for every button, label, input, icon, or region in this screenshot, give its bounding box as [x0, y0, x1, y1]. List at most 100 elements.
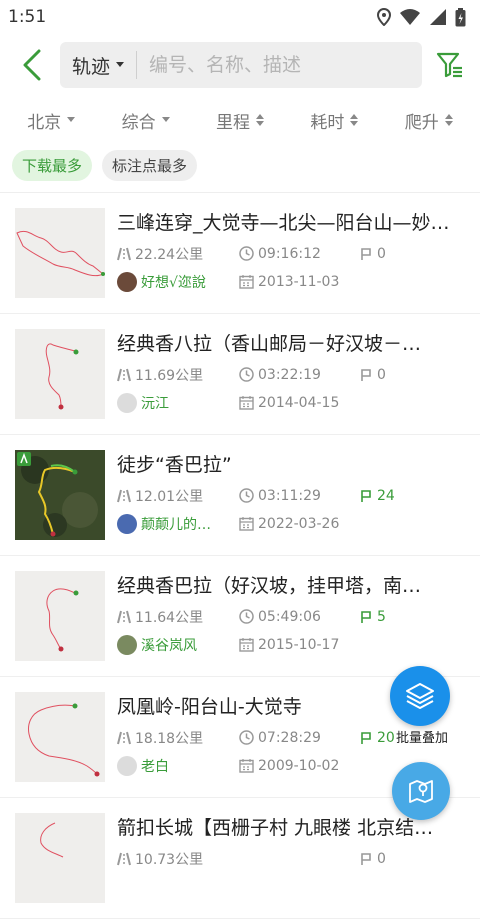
- track-distance: 11.69公里: [135, 367, 204, 384]
- track-duration: 03:22:19: [258, 366, 321, 383]
- date-cell: 2013-11-03: [239, 274, 359, 290]
- track-distance: 12.01公里: [135, 488, 204, 505]
- filter-icon: [436, 52, 462, 78]
- track-author: 沅江: [141, 395, 169, 412]
- track-meta-row: 好想√迩說 2013-11-03: [117, 271, 466, 293]
- author-cell[interactable]: 老白: [117, 755, 239, 776]
- track-info: 经典香八拉（香山邮局－好汉坡－… 11.69公里 03:22:19 0 沅江 2…: [117, 329, 466, 420]
- search-input[interactable]: [137, 53, 422, 77]
- track-stats-row: 10.73公里 0: [117, 848, 466, 870]
- distance-cell: 11.64公里: [117, 607, 239, 627]
- track-title: 经典香巴拉（好汉坡，挂甲塔，南…: [117, 574, 422, 597]
- sort-overall-label: 综合: [121, 112, 156, 133]
- sort-updown-icon: [350, 114, 359, 126]
- sort-distance[interactable]: 里程: [216, 108, 264, 133]
- calendar-icon: [239, 396, 254, 410]
- track-waypoints: 0: [377, 851, 386, 867]
- duration-cell: 03:11:29: [239, 488, 359, 504]
- track-duration: 09:16:12: [258, 245, 321, 262]
- sort-duration[interactable]: 耗时: [310, 108, 359, 133]
- sort-region-label: 北京: [27, 112, 62, 133]
- road-icon: [117, 731, 131, 744]
- flag-icon: [361, 610, 371, 623]
- track-card[interactable]: 徒步“香巴拉” 12.01公里 03:11:29 24 颠颠儿的… 2022-0…: [0, 435, 480, 556]
- author-cell[interactable]: 沅江: [117, 392, 239, 413]
- author-cell[interactable]: 好想√迩說: [117, 271, 239, 292]
- sort-climb-label: 爬升: [404, 112, 439, 133]
- distance-cell: 11.69公里: [117, 365, 239, 385]
- batch-overlay-label: 批量叠加: [395, 731, 448, 746]
- flag-icon: [361, 489, 371, 502]
- back-arrow-icon: [23, 49, 41, 81]
- layers-icon: [406, 683, 434, 709]
- track-duration: 05:49:06: [258, 608, 321, 625]
- track-distance: 18.18公里: [135, 730, 204, 747]
- track-card[interactable]: 三峰连穿_大觉寺—北尖—阳台山—妙… 22.24公里 09:16:12 0 好想…: [0, 193, 480, 314]
- search-box: 轨迹: [60, 42, 422, 88]
- track-waypoints: 0: [377, 245, 386, 262]
- clock-icon: [239, 246, 254, 261]
- track-thumbnail: [15, 692, 105, 782]
- track-card[interactable]: 经典香巴拉（好汉坡，挂甲塔，南… 11.64公里 05:49:06 5 溪谷岚风…: [0, 556, 480, 677]
- distance-cell: 12.01公里: [117, 486, 239, 506]
- track-date: 2015-10-17: [258, 636, 340, 653]
- avatar: [117, 271, 137, 292]
- calendar-icon: [239, 517, 254, 531]
- track-stats-row: 11.69公里 03:22:19 0: [117, 364, 466, 386]
- search-type-dropdown[interactable]: 轨迹: [60, 51, 138, 79]
- clock-icon: [239, 730, 254, 745]
- author-cell[interactable]: 溪谷岚风: [117, 634, 239, 655]
- batch-overlay-button[interactable]: [390, 666, 450, 726]
- track-author: 颠颠儿的…: [141, 516, 211, 533]
- track-date: 2014-04-15: [258, 394, 340, 411]
- map-view-button[interactable]: [392, 762, 450, 820]
- sort-duration-label: 耗时: [310, 112, 345, 133]
- calendar-icon: [239, 638, 254, 652]
- back-button[interactable]: [10, 43, 54, 87]
- date-cell: 2009-10-02: [239, 758, 359, 774]
- road-icon: [117, 852, 131, 866]
- sort-bar: 北京 综合 里程 耗时 爬升: [0, 96, 480, 144]
- date-cell: 2014-04-15: [239, 395, 359, 411]
- track-route-image: [16, 230, 105, 277]
- wifi-icon: [400, 9, 420, 25]
- track-author: 溪谷岚风: [141, 637, 197, 654]
- track-thumbnail: [15, 571, 105, 661]
- track-waypoints: 24: [377, 487, 395, 504]
- track-title: 徒步“香巴拉”: [117, 453, 232, 476]
- track-duration: 07:28:29: [258, 729, 321, 746]
- sort-climb[interactable]: 爬升: [405, 108, 453, 133]
- author-cell[interactable]: 颠颠儿的…: [117, 513, 239, 534]
- waypoints-cell: 24: [359, 488, 395, 504]
- signal-icon: [430, 9, 446, 25]
- quick-filter-chips: 下载最多 标注点最多: [0, 144, 480, 186]
- duration-cell: 09:16:12: [239, 246, 359, 262]
- track-meta-row: 溪谷岚风 2015-10-17: [117, 634, 466, 656]
- clock-icon: [239, 609, 254, 624]
- track-distance: 11.64公里: [135, 609, 204, 626]
- waypoints-cell: 0: [359, 246, 386, 262]
- sort-overall[interactable]: 综合: [122, 108, 170, 133]
- filter-button[interactable]: [430, 45, 470, 85]
- track-meta-row: 颠颠儿的… 2022-03-26: [117, 513, 466, 535]
- track-stats-row: 12.01公里 03:11:29 24: [117, 485, 466, 507]
- map-pin-icon: [409, 780, 433, 803]
- track-route-image: [40, 822, 64, 858]
- road-icon: [117, 368, 131, 381]
- sort-region[interactable]: 北京: [27, 108, 76, 133]
- track-info: 徒步“香巴拉” 12.01公里 03:11:29 24 颠颠儿的… 2022-0…: [117, 450, 466, 541]
- track-author: 老白: [141, 758, 169, 775]
- distance-cell: 10.73公里: [117, 849, 239, 869]
- caret-down-icon: [116, 62, 125, 67]
- status-bar: 1:51: [0, 0, 480, 34]
- sort-distance-label: 里程: [215, 112, 250, 133]
- chip-most-downloads[interactable]: 下载最多: [12, 149, 93, 181]
- track-card[interactable]: 经典香八拉（香山邮局－好汉坡－… 11.69公里 03:22:19 0 沅江 2…: [0, 314, 480, 435]
- top-bar: 轨迹: [0, 34, 480, 96]
- calendar-icon: [239, 275, 254, 289]
- track-route-image: [46, 588, 79, 652]
- chip-most-waypoints[interactable]: 标注点最多: [102, 149, 198, 181]
- avatar: [117, 392, 137, 413]
- road-icon: [117, 247, 131, 260]
- flag-icon: [361, 247, 371, 260]
